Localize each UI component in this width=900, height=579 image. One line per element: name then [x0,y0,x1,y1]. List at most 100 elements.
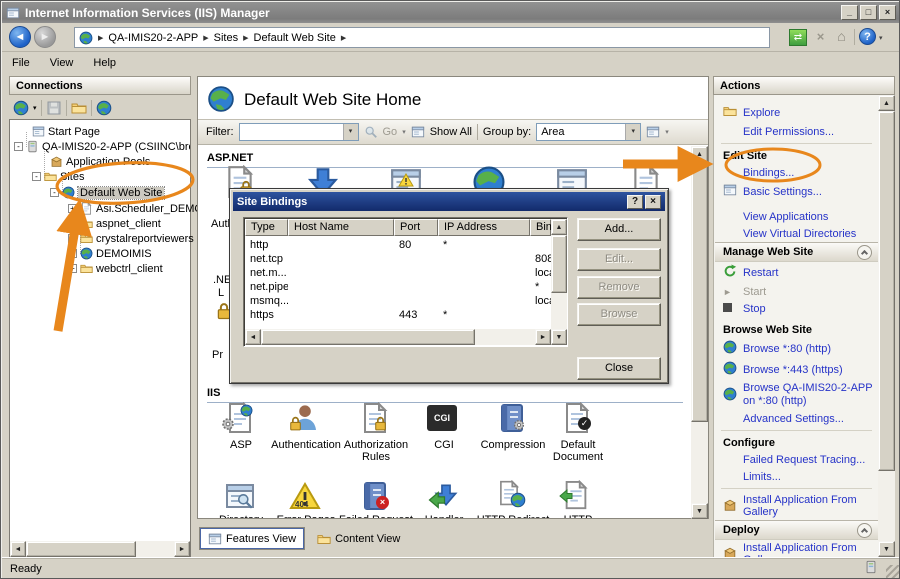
scroll-right-icon[interactable]: ► [535,329,551,345]
maximize-button[interactable]: □ [860,5,877,20]
back-button[interactable]: ◄ [9,26,31,48]
action-browse-https[interactable]: Browse *:443 (https) [715,359,878,380]
scroll-down-icon[interactable]: ▼ [878,541,895,557]
filter-input[interactable]: ▾ [239,123,359,141]
crumb-arrow-icon[interactable]: ▶ [243,34,248,42]
scroll-thumb[interactable] [26,541,136,557]
binding-cell-bind[interactable]: loca [530,267,551,281]
scroll-up-icon[interactable]: ▲ [878,95,895,111]
action-browse-server[interactable]: Browse QA-IMIS20-2-APP on *:80 (http) [715,380,878,410]
binding-cell-ip[interactable] [438,253,530,267]
actions-group-manage-web-site[interactable]: Manage Web Site [715,242,878,262]
binding-cell-port[interactable] [394,295,438,309]
binding-cell-type[interactable]: http [245,239,288,253]
column-header-ip-address[interactable]: IP Address [438,219,530,236]
error-pages-feature-icon[interactable]: 404 [289,480,323,514]
binding-cell-ip[interactable]: * [438,309,530,323]
action-failed-request-tracing[interactable]: Failed Request Tracing... [715,451,878,468]
actions-vscrollbar[interactable]: ▲ ▼ [878,95,895,557]
filter-dropdown-icon[interactable]: ▾ [343,124,358,140]
binding-cell-type[interactable]: https [245,309,288,323]
column-header-binding[interactable]: Bind [530,219,551,236]
list-vscrollbar[interactable]: ▲ ▼ [551,219,567,345]
menu-view[interactable]: View [40,54,84,72]
scroll-thumb[interactable] [261,329,475,345]
directory-browsing-feature-icon[interactable] [224,480,258,514]
help-button[interactable]: ? [859,28,876,45]
binding-cell-ip[interactable] [438,267,530,281]
list-hscrollbar[interactable]: ◄ ► [245,329,551,345]
binding-cell-type[interactable]: net.m... [245,267,288,281]
go-binoculars-icon[interactable] [364,125,378,139]
connect-dropdown-icon[interactable]: ▾ [33,104,37,112]
authentication-feature-icon[interactable] [289,402,323,436]
breadcrumb-server[interactable]: QA-IMIS20-2-APP [108,32,198,44]
handler-mappings-feature-icon[interactable] [427,480,461,514]
cgi-feature-icon[interactable]: CGI [427,402,461,436]
tree-expander[interactable]: + [68,249,77,258]
remove-button[interactable]: Remove [577,276,661,299]
binding-cell-port[interactable] [394,267,438,281]
minimize-button[interactable]: _ [841,5,858,20]
go-label[interactable]: Go [383,126,398,138]
http-redirect-feature-icon[interactable] [496,480,530,514]
go-dropdown-icon[interactable]: ▾ [402,128,406,136]
scroll-down-icon[interactable]: ▼ [691,503,708,519]
failed-request-tracing-feature-icon[interactable]: × [359,480,393,514]
tree-expander[interactable]: + [68,234,77,243]
binding-cell-ip[interactable] [438,295,530,309]
asp-feature-icon[interactable] [224,402,258,436]
binding-cell-bind[interactable] [530,309,551,323]
action-stop[interactable]: Stop [715,300,878,317]
binding-cell-type[interactable]: net.tcp [245,253,288,267]
tree-expander[interactable]: + [68,204,77,213]
action-basic-settings[interactable]: Basic Settings... [715,181,878,202]
refresh-button[interactable]: ⇄ [789,29,807,46]
show-all-icon[interactable] [411,125,425,139]
binding-cell-bind[interactable]: loca [530,295,551,309]
action-restart[interactable]: Restart [715,262,878,283]
group-by-dropdown-icon[interactable]: ▾ [625,124,640,140]
binding-cell-port[interactable] [394,253,438,267]
compression-feature-icon[interactable] [496,402,530,436]
scroll-down-icon[interactable]: ▼ [551,329,567,345]
help-dropdown-icon[interactable]: ▾ [879,34,883,42]
binding-cell-type[interactable]: net.pipe [245,281,288,295]
view-mode-icon[interactable] [646,125,660,139]
tree-expander[interactable]: + [68,219,77,228]
default-document-feature-icon[interactable]: ✓ [561,402,595,436]
crumb-arrow-icon[interactable]: ▶ [203,34,208,42]
scroll-left-icon[interactable]: ◄ [245,329,261,345]
tree-item-start-page[interactable]: Start Page [32,124,208,139]
scroll-thumb[interactable] [551,235,567,293]
show-all-label[interactable]: Show All [430,126,472,138]
tree-hscrollbar[interactable]: ◄ ► [10,541,190,557]
action-browse-http[interactable]: Browse *:80 (http) [715,338,878,359]
binding-cell-port[interactable] [394,281,438,295]
scroll-up-icon[interactable]: ▲ [691,146,708,162]
crumb-arrow-icon[interactable]: ▶ [341,34,346,42]
stop-button[interactable]: × [812,29,829,46]
menu-file[interactable]: File [2,54,40,72]
close-button[interactable]: × [879,5,896,20]
tree-expander[interactable]: - [32,172,41,181]
action-limits[interactable]: Limits... [715,468,878,485]
binding-cell-bind[interactable]: * [530,281,551,295]
action-explore[interactable]: Explore [715,102,878,123]
binding-cell-port[interactable]: 80 [394,239,438,253]
group-by-select[interactable]: Area ▾ [536,123,641,141]
close-dialog-button[interactable]: Close [577,357,661,380]
scroll-left-icon[interactable]: ◄ [10,541,26,557]
scroll-thumb[interactable] [878,111,895,471]
dialog-help-button[interactable]: ? [627,195,643,209]
resize-grip[interactable] [886,565,899,578]
tree-expander[interactable]: + [68,264,77,273]
collapse-chevron-icon[interactable] [857,245,872,260]
view-mode-dropdown-icon[interactable]: ▾ [665,128,669,136]
save-connections-icon[interactable] [46,100,62,116]
content-vscrollbar[interactable]: ▲ ▼ [691,146,708,519]
binding-cell-bind[interactable]: 808 [530,253,551,267]
action-advanced-settings[interactable]: Advanced Settings... [715,410,878,427]
action-start[interactable]: ► Start [715,283,878,300]
scroll-up-icon[interactable]: ▲ [551,219,567,235]
